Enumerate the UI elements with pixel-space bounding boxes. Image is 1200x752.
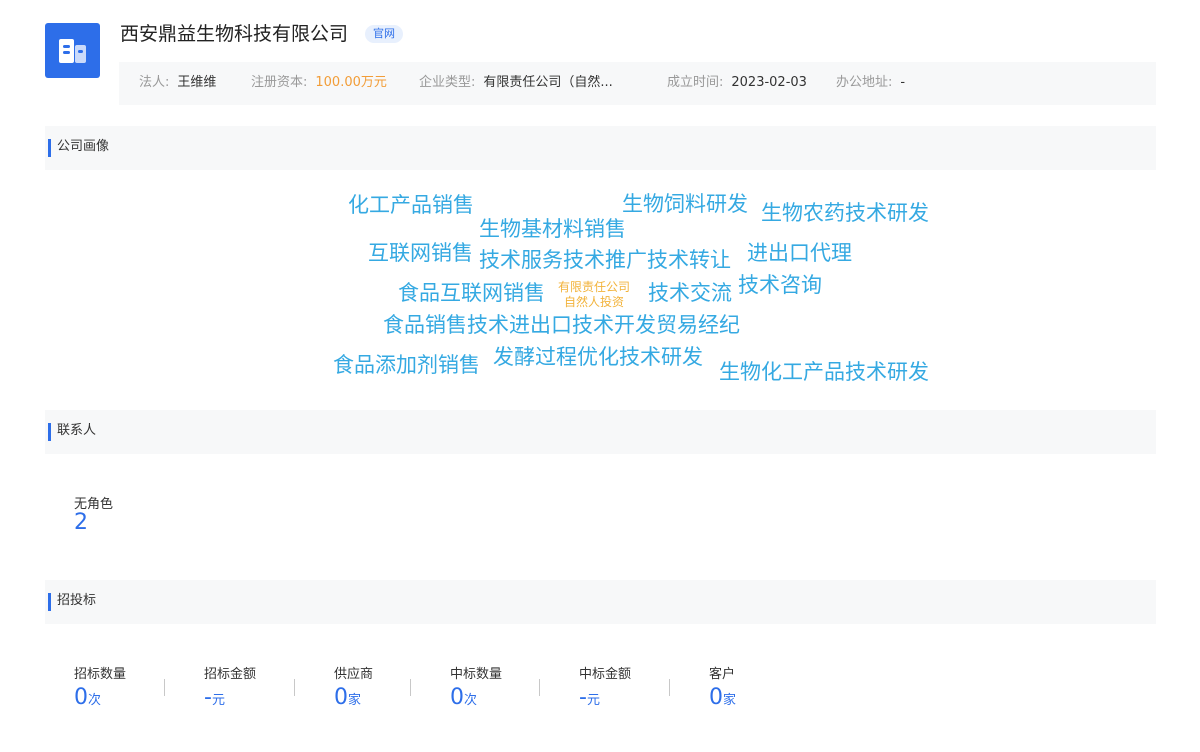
registered-capital: 注册资本: 100.00万元 (251, 75, 387, 90)
tag-cloud-word[interactable]: 技术交流 (648, 280, 732, 306)
tag-cloud-word[interactable]: 生物饲料研发 (622, 191, 748, 217)
tag-cloud-word[interactable]: 食品添加剂销售 (333, 352, 480, 378)
company-type: 企业类型: 有限责任公司（自然... (419, 75, 613, 90)
stat-divider (294, 679, 295, 696)
company-logo (45, 23, 100, 78)
tag-cloud-word[interactable]: 生物化工产品技术研发 (719, 359, 929, 385)
office-address-value: - (900, 75, 906, 90)
tag-cloud-word[interactable]: 化工产品销售 (348, 192, 474, 218)
stat-divider (410, 679, 411, 696)
founded-date: 成立时间: 2023-02-03 (667, 75, 807, 90)
tag-cloud-word[interactable]: 进出口代理 (747, 240, 852, 266)
building-icon (59, 39, 86, 63)
tag-cloud-word[interactable]: 发酵过程优化技术研发 (493, 344, 703, 370)
registered-capital-value: 100.00万元 (315, 75, 387, 90)
stat-divider (539, 679, 540, 696)
founded-date-value: 2023-02-03 (731, 75, 807, 90)
stat-suppliers[interactable]: 供应商 0家 (334, 663, 373, 710)
section-portrait-header: 公司画像 (45, 126, 1156, 170)
tag-cloud-word[interactable]: 技术服务技术推广技术转让 (479, 247, 731, 273)
stat-tender-amount[interactable]: 招标金额 -元 (204, 663, 256, 710)
office-address: 办公地址: - (836, 75, 906, 90)
section-accent-bar (48, 139, 51, 157)
tag-cloud-word[interactable]: 互联网销售 (368, 240, 473, 266)
section-title: 联系人 (57, 423, 97, 438)
stat-divider (164, 679, 165, 696)
company-info-bar: 法人: 王维维 注册资本: 100.00万元 企业类型: 有限责任公司（自然... 成… (119, 62, 1156, 105)
tag-cloud-word[interactable]: 技术咨询 (738, 272, 822, 298)
company-type-value: 有限责任公司（自然... (483, 75, 613, 90)
stat-win-count[interactable]: 中标数量 0次 (450, 663, 502, 710)
tag-cloud-word[interactable]: 生物基材料销售 (479, 216, 626, 242)
stat-customers[interactable]: 客户 0家 (709, 663, 736, 710)
tag-cloud: 化工产品销售 生物饲料研发 生物农药技术研发 生物基材料销售 互联网销售 技术服… (0, 0, 1200, 752)
section-accent-bar (48, 423, 51, 441)
section-title: 招投标 (57, 593, 97, 608)
tag-cloud-center-word[interactable]: 有限责任公司 自然人投资 (558, 280, 630, 310)
stat-divider (669, 679, 670, 696)
section-title: 公司画像 (57, 139, 110, 154)
tag-cloud-word[interactable]: 食品互联网销售 (398, 280, 545, 306)
stat-tender-count[interactable]: 招标数量 0次 (74, 663, 126, 710)
company-name: 西安鼎益生物科技有限公司 (120, 23, 349, 45)
official-site-badge[interactable]: 官网 (365, 25, 403, 43)
section-contacts-header: 联系人 (45, 410, 1156, 454)
section-accent-bar (48, 593, 51, 611)
contact-count[interactable]: 2 (74, 510, 88, 535)
tag-cloud-word[interactable]: 生物农药技术研发 (761, 200, 929, 226)
legal-person: 法人: 王维维 (139, 75, 217, 90)
legal-person-value[interactable]: 王维维 (177, 75, 216, 90)
section-bidding-header: 招投标 (45, 580, 1156, 624)
stat-win-amount[interactable]: 中标金额 -元 (579, 663, 631, 710)
tag-cloud-word[interactable]: 食品销售技术进出口技术开发贸易经纪 (383, 312, 740, 338)
